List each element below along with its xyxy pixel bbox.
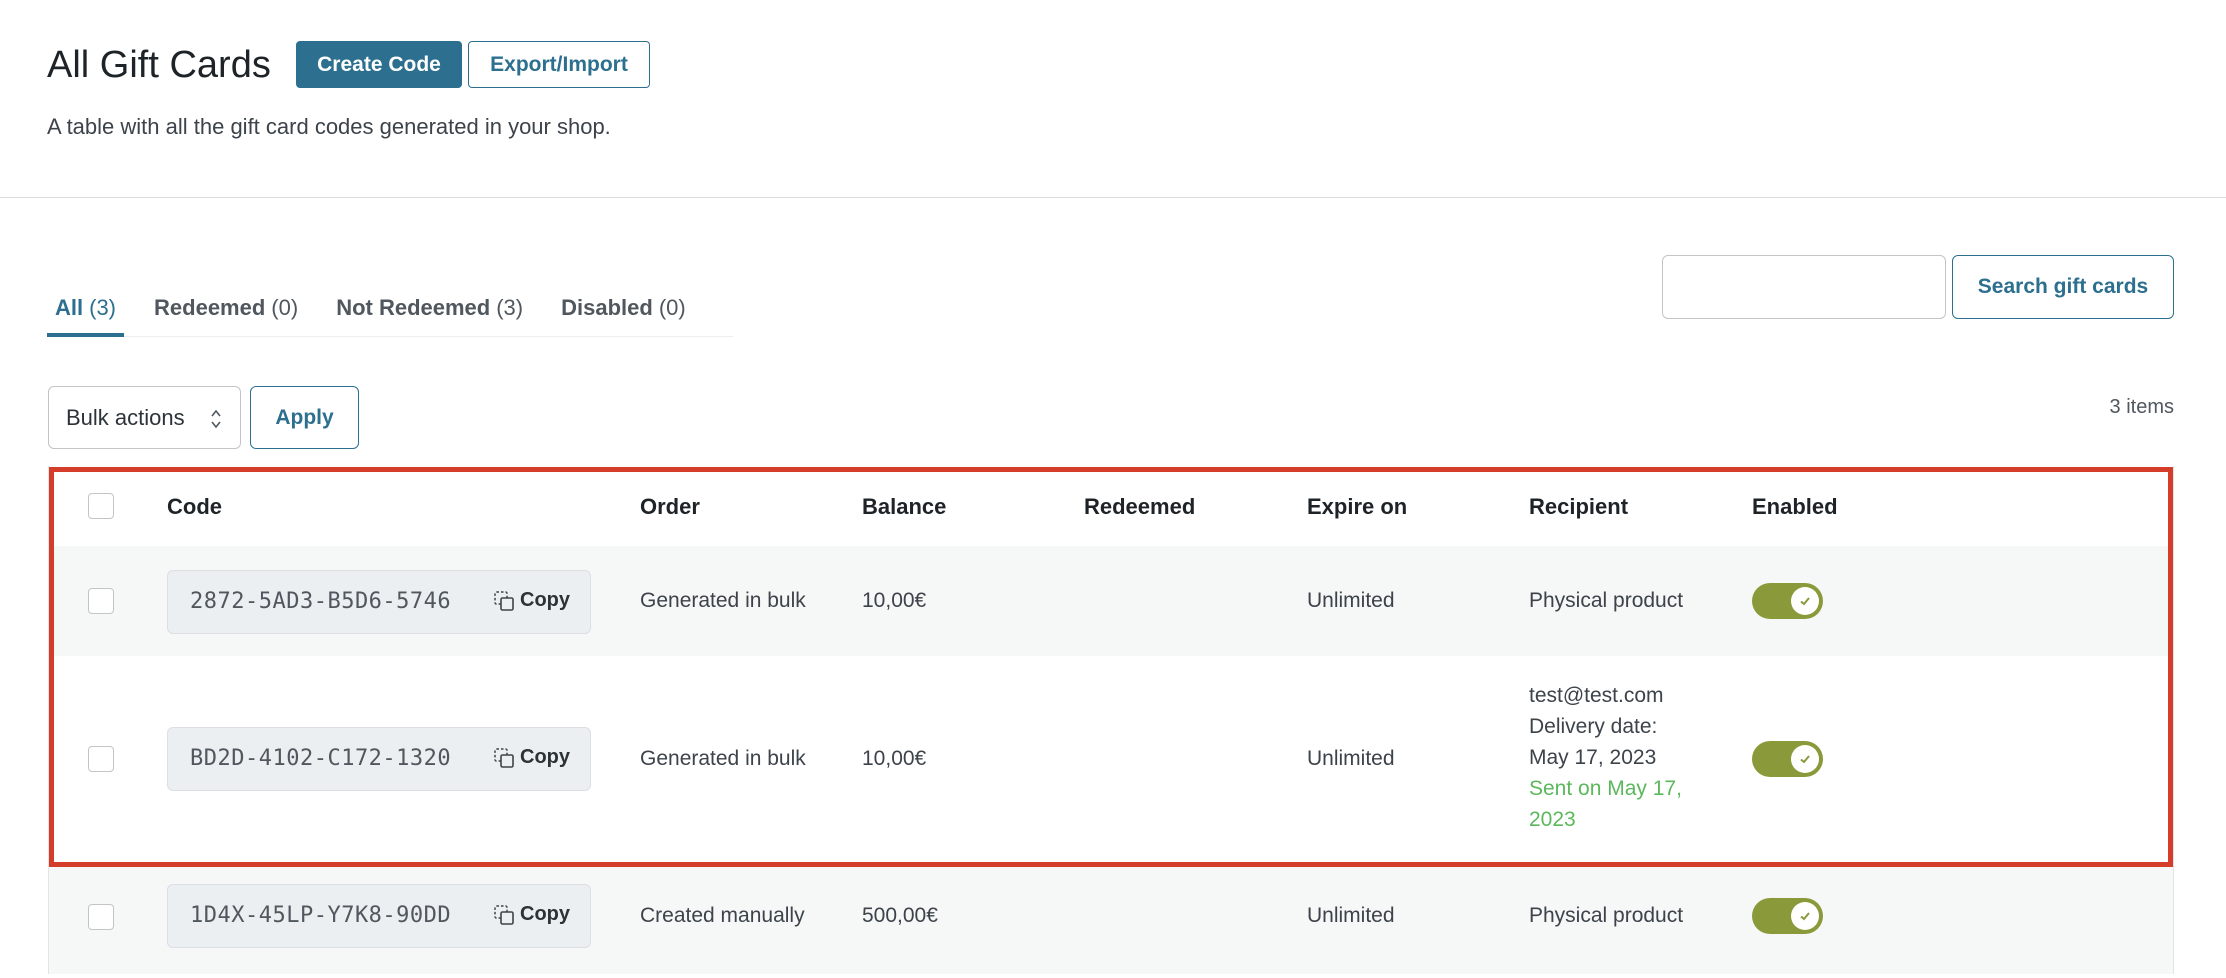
apply-button[interactable]: Apply [250,386,359,449]
gift-card-code: BD2D-4102-C172-1320 [190,746,452,771]
code-box: BD2D-4102-C172-1320 Copy [167,727,591,791]
check-icon [1800,912,1810,921]
row-checkbox[interactable] [88,588,114,614]
copy-label: Copy [520,903,570,925]
tab-not-redeemed[interactable]: Not Redeemed (3) [328,293,531,337]
gift-card-code: 2872-5AD3-B5D6-5746 [190,589,452,614]
tab-disabled[interactable]: Disabled (0) [553,293,694,337]
row-checkbox[interactable] [88,746,114,772]
delivery-label: Delivery date: [1529,715,1658,738]
select-all-checkbox[interactable] [88,493,114,519]
sent-status-year: 2023 [1529,808,1576,831]
toggle-knob [1791,745,1819,773]
column-header-balance[interactable]: Balance [862,494,946,520]
recipient-cell: Physical product [1529,904,1684,927]
enabled-toggle[interactable] [1752,583,1823,619]
balance-cell: 500,00€ [862,904,938,927]
recipient-cell: Physical product [1529,589,1684,612]
tab-label: All [55,295,84,320]
row-checkbox[interactable] [88,904,114,930]
bulk-actions-select[interactable]: Bulk actions [48,386,241,449]
copy-label: Copy [520,746,570,768]
tab-label: Redeemed [154,295,266,320]
column-header-expire-on[interactable]: Expire on [1307,494,1407,520]
status-tabs: All (3) Redeemed (0) Not Redeemed (3) Disab… [47,293,733,337]
tab-all[interactable]: All (3) [47,293,125,337]
tab-label: Disabled [561,295,653,320]
table-row: BD2D-4102-C172-1320 Copy Generated in bu… [49,656,2173,862]
tab-count: (0) [271,295,299,320]
column-header-enabled[interactable]: Enabled [1752,494,1838,520]
order-cell: Created manually [640,904,805,927]
enabled-toggle[interactable] [1752,898,1823,934]
page-title: All Gift Cards [47,44,271,86]
sort-arrows-icon [211,409,221,429]
recipient-email: test@test.com [1529,684,1664,707]
tab-count: (3) [89,295,117,320]
gift-cards-table: Code Order Balance Redeemed Expire on Re… [48,466,2174,974]
code-box: 2872-5AD3-B5D6-5746 Copy [167,570,591,634]
page-description: A table with all the gift card codes gen… [47,114,611,139]
tab-count: (0) [658,295,686,320]
column-header-redeemed[interactable]: Redeemed [1084,494,1195,520]
column-header-order[interactable]: Order [640,494,700,520]
column-header-code[interactable]: Code [167,494,222,520]
sent-status: Sent on May 17, [1529,777,1682,800]
table-header-row: Code Order Balance Redeemed Expire on Re… [49,466,2173,546]
copy-button[interactable]: Copy [493,746,570,769]
bulk-actions-value: Bulk actions [66,404,185,430]
search-gift-cards-button[interactable]: Search gift cards [1952,255,2174,319]
items-count: 3 items [2109,396,2174,418]
copy-label: Copy [520,589,570,611]
expire-cell: Unlimited [1307,904,1395,927]
balance-cell: 10,00€ [862,747,927,770]
balance-cell: 10,00€ [862,589,927,612]
export-import-button[interactable]: Export/Import [468,41,650,88]
order-cell: Generated in bulk [640,589,806,612]
tab-label: Not Redeemed [336,295,491,320]
create-code-button[interactable]: Create Code [296,41,462,88]
column-header-recipient[interactable]: Recipient [1529,494,1628,520]
delivery-date: May 17, 2023 [1529,746,1657,769]
tab-count: (3) [496,295,524,320]
table-row: 2872-5AD3-B5D6-5746 Copy Generated in bu… [49,546,2173,656]
copy-button[interactable]: Copy [493,903,570,926]
toggle-knob [1791,587,1819,615]
check-icon [1800,755,1810,764]
copy-icon [494,904,514,925]
order-cell: Generated in bulk [640,747,806,770]
recipient-cell: test@test.com Delivery date: May 17, 202… [1529,680,1729,835]
header-divider [0,197,2226,198]
copy-icon [494,590,514,611]
tab-redeemed[interactable]: Redeemed (0) [146,293,306,337]
copy-button[interactable]: Copy [493,589,570,612]
enabled-toggle[interactable] [1752,741,1823,777]
check-icon [1800,597,1810,606]
gift-card-code: 1D4X-45LP-Y7K8-90DD [190,903,452,928]
table-row: 1D4X-45LP-Y7K8-90DD Copy Created manuall… [49,862,2173,974]
expire-cell: Unlimited [1307,747,1395,770]
copy-icon [494,747,514,768]
expire-cell: Unlimited [1307,589,1395,612]
code-box: 1D4X-45LP-Y7K8-90DD Copy [167,884,591,948]
toggle-knob [1791,902,1819,930]
search-input[interactable] [1662,255,1946,319]
